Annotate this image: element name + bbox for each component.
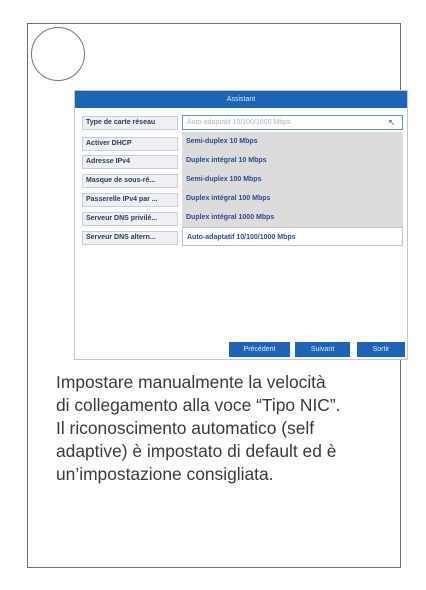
nic-type-select[interactable]: Auto-adaptatif 10/100/1000 Mbps ↖ [182, 115, 403, 130]
wizard-dialog: Assistant Type de carte réseau Activer D… [74, 90, 408, 360]
field-label-gateway: Passerelle IPv4 par ... [82, 193, 178, 207]
caption-line: di collegamento alla voce “Tipo NIC”. [56, 395, 341, 415]
caption-line: adaptive) è impostato di default ed è [56, 441, 337, 461]
instruction-card: Assistant Type de carte réseau Activer D… [27, 23, 408, 568]
caption-line: un’impostazione consigliata. [56, 464, 274, 484]
instruction-caption: Impostare manualmente la velocità di col… [56, 371, 386, 486]
nic-option[interactable]: Duplex intégral 10 Mbps [182, 151, 403, 170]
field-label-nic-type: Type de carte réseau [82, 116, 178, 130]
nic-option-selected[interactable]: Auto-adaptatif 10/100/1000 Mbps [182, 227, 403, 246]
dialog-title: Assistant [75, 91, 407, 108]
previous-button[interactable]: Précédent [229, 342, 290, 357]
caption-line: Impostare manualmente la velocità [56, 372, 326, 392]
nic-option[interactable]: Semi-duplex 10 Mbps [182, 132, 403, 151]
nic-option[interactable]: Duplex intégral 1000 Mbps [182, 208, 403, 227]
exit-button[interactable]: Sortir [357, 342, 405, 357]
field-label-preferred-dns: Serveur DNS privilé... [82, 212, 178, 226]
nic-type-select-value: Auto-adaptatif 10/100/1000 Mbps [187, 119, 291, 126]
field-label-ipv4-address: Adresse IPv4 [82, 155, 178, 169]
caption-line: Il riconoscimento automatico (self [56, 418, 315, 438]
field-label-alternate-dns: Serveur DNS altern... [82, 231, 178, 245]
nic-option[interactable]: Semi-duplex 100 Mbps [182, 170, 403, 189]
field-label-dhcp: Activer DHCP [82, 137, 178, 151]
field-label-subnet-mask: Masque de sous-ré... [82, 174, 178, 188]
step-badge-circle [31, 27, 85, 81]
mouse-cursor-icon: ↖ [388, 118, 395, 127]
next-button[interactable]: Suivant [295, 342, 350, 357]
nic-option[interactable]: Duplex intégral 100 Mbps [182, 189, 403, 208]
